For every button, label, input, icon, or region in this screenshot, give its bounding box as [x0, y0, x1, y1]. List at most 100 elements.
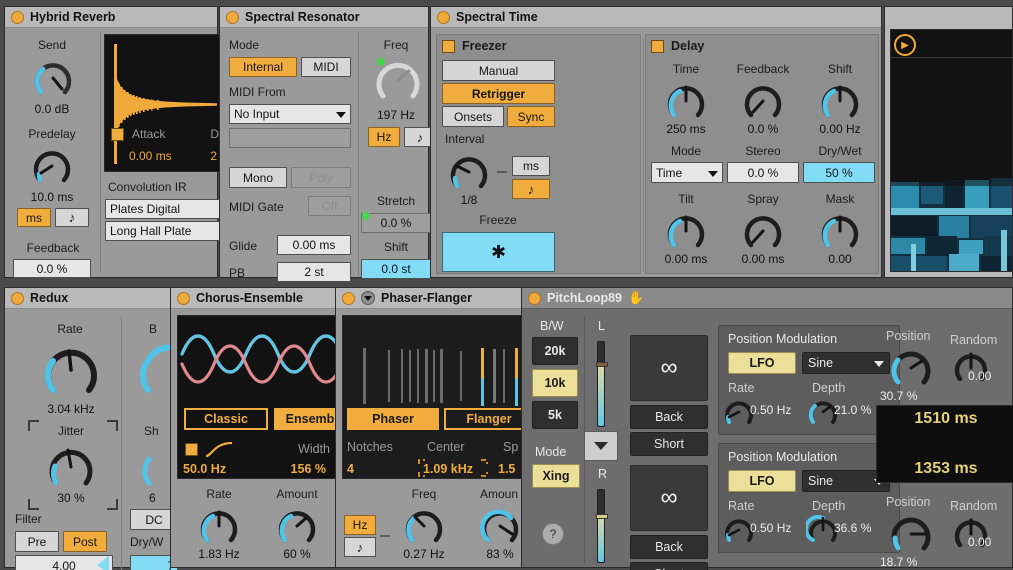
- redux-filter-pre-button[interactable]: Pre: [15, 531, 59, 552]
- channel-l-lfo-button[interactable]: LFO: [728, 352, 796, 374]
- convolution-ir-preset-field[interactable]: Long Hall Plate: [105, 221, 223, 241]
- mode-midi-button[interactable]: MIDI: [301, 57, 351, 77]
- phaser-mode-flanger-button[interactable]: Flanger: [444, 408, 532, 430]
- phaser-spectrum-display[interactable]: Phaser Flanger Notches 4 Center 1.09 kHz…: [342, 315, 532, 479]
- spectral-time-title-bar[interactable]: Spectral Time: [431, 7, 881, 28]
- channel-l-loop-display[interactable]: ∞: [630, 335, 708, 401]
- delay-feedback-label: Feedback: [723, 62, 803, 76]
- spectral-resonator-title-bar[interactable]: Spectral Resonator: [220, 7, 428, 28]
- pitchloop89-title-bar[interactable]: PitchLoop89 ✋: [522, 288, 1012, 309]
- delay-drywet-value-field[interactable]: 50 %: [803, 162, 875, 183]
- channel-l-back-button[interactable]: Back: [630, 405, 708, 429]
- channel-r-back-button[interactable]: Back: [630, 535, 708, 559]
- delay-mask-knob[interactable]: [818, 209, 862, 253]
- midi-from-select[interactable]: No Input: [229, 104, 351, 124]
- redux-rate-knob[interactable]: [40, 339, 102, 401]
- midi-from-channel-field[interactable]: [229, 128, 351, 148]
- phaser-unit-hz-button[interactable]: Hz: [344, 515, 376, 535]
- freezer-retrigger-button[interactable]: Retrigger: [442, 83, 555, 104]
- channel-l-slider[interactable]: [597, 341, 605, 427]
- phaser-flanger-title-bar[interactable]: Phaser-Flanger: [336, 288, 523, 309]
- delay-shift-knob[interactable]: [818, 79, 862, 123]
- midi-gate-value[interactable]: Off: [308, 196, 351, 216]
- redux-filter-post-button[interactable]: Post: [63, 531, 107, 552]
- power-toggle-icon[interactable]: [528, 292, 541, 305]
- chorus-amount-knob[interactable]: [275, 504, 319, 548]
- spectrogram-display[interactable]: [890, 29, 1013, 272]
- interval-unit-ms-button[interactable]: ms: [512, 156, 550, 176]
- channel-r-slider[interactable]: [597, 489, 605, 563]
- bw-option-10k-button[interactable]: 10k: [532, 369, 578, 397]
- phaser-unit-note-button[interactable]: ♪: [344, 537, 376, 557]
- send-knob[interactable]: [31, 56, 75, 100]
- freeze-trigger-button[interactable]: ✱: [442, 232, 555, 272]
- help-button[interactable]: ?: [542, 523, 564, 545]
- bw-option-5k-button[interactable]: 5k: [532, 401, 578, 429]
- chorus-highpass-enable-checkbox[interactable]: [185, 443, 198, 456]
- interval-knob[interactable]: [447, 150, 491, 194]
- predelay-unit-ms-button[interactable]: ms: [17, 208, 51, 227]
- delay-mode-select[interactable]: Time: [651, 162, 723, 183]
- bw-option-20k-button[interactable]: 20k: [532, 337, 578, 365]
- pb-value-field[interactable]: 2 st: [277, 262, 351, 282]
- voicing-mono-button[interactable]: Mono: [229, 167, 287, 188]
- power-toggle-icon[interactable]: [11, 11, 24, 24]
- channel-r-position-knob[interactable]: [888, 511, 934, 557]
- convolution-ir-category-field[interactable]: Plates Digital: [105, 199, 223, 219]
- chorus-rate-knob[interactable]: [197, 504, 241, 548]
- freezer-manual-button[interactable]: Manual: [442, 60, 555, 81]
- freezer-enable-checkbox[interactable]: [442, 40, 455, 53]
- power-toggle-icon[interactable]: [11, 292, 24, 305]
- channel-r-lfo-button[interactable]: LFO: [728, 470, 796, 492]
- power-toggle-icon[interactable]: [437, 11, 450, 24]
- power-toggle-icon[interactable]: [226, 11, 239, 24]
- loop-time-display[interactable]: 1510 ms 1353 ms: [876, 405, 1013, 483]
- interval-value: 1/8: [441, 193, 497, 207]
- channel-r-slider-handle[interactable]: [596, 514, 608, 519]
- mode-internal-button[interactable]: Internal: [229, 57, 297, 77]
- shift-value-field[interactable]: 0.0 st: [361, 259, 431, 279]
- freq-unit-hz-button[interactable]: Hz: [368, 127, 400, 147]
- pl-mode-xing-button[interactable]: Xing: [532, 464, 580, 488]
- redux-filter-slider-handle[interactable]: [97, 556, 109, 570]
- channel-l-short-button[interactable]: Short: [630, 432, 708, 456]
- phaser-mode-phaser-button[interactable]: Phaser: [347, 408, 439, 430]
- voicing-poly-button[interactable]: Poly: [291, 167, 351, 188]
- delay-feedback-knob[interactable]: [741, 79, 785, 123]
- channel-r-short-button[interactable]: Short: [630, 562, 708, 570]
- phaser-center-label: Center: [427, 440, 465, 454]
- channel-l-position-knob[interactable]: [888, 345, 934, 391]
- channel-l-waveform-select[interactable]: Sine: [802, 352, 890, 374]
- phaser-amount-knob[interactable]: [478, 504, 522, 548]
- delay-spray-knob[interactable]: [741, 209, 785, 253]
- channel-link-chevron-icon[interactable]: [584, 431, 618, 461]
- power-toggle-icon[interactable]: [177, 292, 190, 305]
- interval-unit-note-button[interactable]: ♪: [512, 179, 550, 199]
- stretch-value-field[interactable]: 0.0 %: [361, 213, 431, 233]
- freezer-onsets-button[interactable]: Onsets: [442, 106, 504, 127]
- feedback-value-field[interactable]: 0.0 %: [13, 259, 91, 278]
- glide-value-field[interactable]: 0.00 ms: [277, 235, 351, 255]
- channel-l-slider-handle[interactable]: [596, 362, 608, 367]
- delay-stereo-value-field[interactable]: 0.0 %: [727, 162, 799, 183]
- chorus-mode-classic-button[interactable]: Classic: [184, 408, 268, 430]
- delay-enable-checkbox[interactable]: [651, 40, 664, 53]
- impulse-response-display[interactable]: Attack D 0.00 ms 2: [104, 34, 224, 172]
- redux-title-bar[interactable]: Redux: [5, 288, 173, 309]
- play-button-icon[interactable]: ▶: [894, 34, 916, 56]
- predelay-knob[interactable]: [30, 144, 74, 188]
- channel-r-loop-display[interactable]: ∞: [630, 465, 708, 531]
- freq-knob[interactable]: [372, 54, 424, 106]
- chorus-ensemble-title-bar[interactable]: Chorus-Ensemble: [171, 288, 337, 309]
- delay-tilt-knob[interactable]: [664, 209, 708, 253]
- delay-time-knob[interactable]: [664, 79, 708, 123]
- chorus-waveform-display[interactable]: Classic Ensemb 50.0 Hz Width 156 %: [177, 315, 345, 479]
- attack-enable-checkbox[interactable]: [111, 128, 124, 141]
- freezer-sync-button[interactable]: Sync: [507, 106, 555, 127]
- predelay-unit-note-button[interactable]: ♪: [55, 208, 89, 227]
- power-toggle-icon[interactable]: [342, 292, 355, 305]
- delay-spray-value: 0.00 ms: [721, 252, 805, 266]
- fold-toggle-icon[interactable]: [361, 291, 375, 305]
- hybrid-reverb-title-bar[interactable]: Hybrid Reverb: [5, 7, 217, 28]
- phaser-freq-knob[interactable]: [402, 504, 446, 548]
